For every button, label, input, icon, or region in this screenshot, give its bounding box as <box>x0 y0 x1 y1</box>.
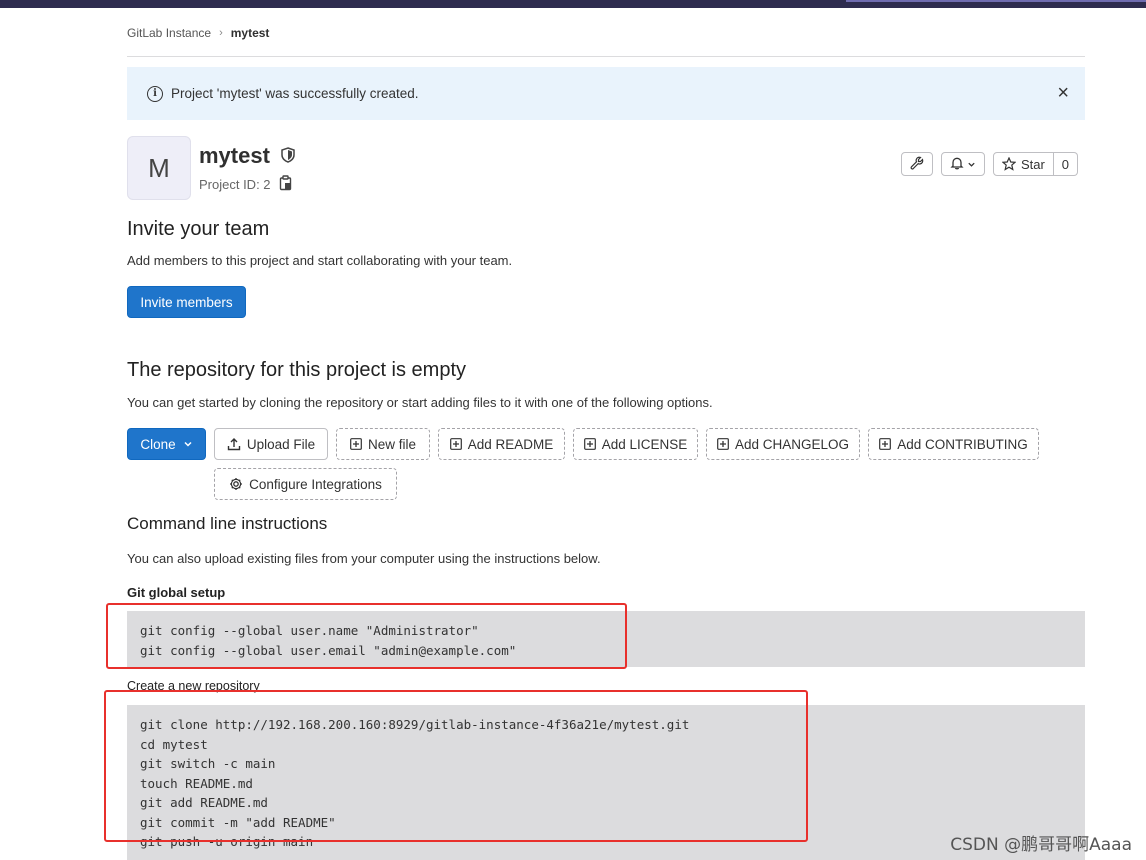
new-file-button[interactable]: New file <box>336 428 430 460</box>
breadcrumb-current-link[interactable]: mytest <box>231 26 270 40</box>
success-alert: i Project 'mytest' was successfully crea… <box>127 67 1085 120</box>
plus-square-icon <box>449 438 462 450</box>
clone-label: Clone <box>140 436 176 452</box>
add-contributing-button[interactable]: Add CONTRIBUTING <box>868 428 1039 460</box>
invite-members-button[interactable]: Invite members <box>127 286 246 318</box>
gear-icon <box>229 477 243 491</box>
star-label: Star <box>1021 156 1045 172</box>
add-license-button[interactable]: Add LICENSE <box>573 428 698 460</box>
cli-description: You can also upload existing files from … <box>127 551 601 566</box>
plus-square-icon <box>717 438 729 450</box>
star-icon <box>1002 157 1016 171</box>
project-avatar: M <box>127 136 191 200</box>
close-icon[interactable]: × <box>1057 83 1069 103</box>
cli-title: Command line instructions <box>127 514 328 533</box>
project-id-label: Project ID: 2 <box>199 177 271 192</box>
add-changelog-label: Add CHANGELOG <box>734 436 850 452</box>
breadcrumb-divider <box>127 56 1085 57</box>
configure-integrations-label: Configure Integrations <box>249 476 382 492</box>
chevron-right-icon: › <box>219 27 223 39</box>
project-title: mytest <box>199 143 296 169</box>
project-id: Project ID: 2 <box>199 175 293 194</box>
upload-file-button[interactable]: Upload File <box>214 428 328 460</box>
add-readme-button[interactable]: Add README <box>438 428 565 460</box>
upload-file-label: Upload File <box>246 436 316 452</box>
shield-icon <box>280 143 296 169</box>
star-count[interactable]: 0 <box>1053 152 1078 176</box>
add-license-label: Add LICENSE <box>601 436 688 452</box>
create-repo-label: Create a new repository <box>127 679 260 693</box>
copy-icon[interactable] <box>279 175 293 194</box>
notification-dropdown[interactable] <box>941 152 985 176</box>
invite-title: Invite your team <box>127 218 270 240</box>
upload-icon <box>227 437 241 451</box>
plus-square-icon <box>879 438 892 450</box>
add-changelog-button[interactable]: Add CHANGELOG <box>706 428 860 460</box>
plus-square-icon <box>350 438 362 450</box>
chevron-down-icon <box>183 439 193 449</box>
breadcrumb-root-link[interactable]: GitLab Instance <box>127 26 211 40</box>
watermark: CSDN @鹏哥哥啊Aaaa <box>950 835 1132 855</box>
create-repo-code[interactable]: git clone http://192.168.200.160:8929/gi… <box>127 705 1085 860</box>
wrench-icon <box>910 156 924 173</box>
breadcrumb: GitLab Instance › mytest <box>127 26 269 40</box>
new-file-label: New file <box>367 436 416 452</box>
invite-description: Add members to this project and start co… <box>127 253 513 268</box>
repo-empty-title: The repository for this project is empty <box>127 359 467 381</box>
git-global-setup-label: Git global setup <box>127 585 226 600</box>
navbar-accent <box>846 0 1146 2</box>
project-name: mytest <box>199 143 270 168</box>
info-icon: i <box>147 85 163 102</box>
bell-icon <box>950 156 964 173</box>
git-global-setup-code[interactable]: git config --global user.name "Administr… <box>127 611 1085 667</box>
star-button-group: Star 0 <box>993 152 1078 176</box>
settings-button[interactable] <box>901 152 933 176</box>
alert-message: Project 'mytest' was successfully create… <box>171 86 419 101</box>
repo-empty-description: You can get started by cloning the repos… <box>127 395 713 410</box>
configure-integrations-button[interactable]: Configure Integrations <box>214 468 397 500</box>
add-readme-label: Add README <box>467 436 554 452</box>
clone-dropdown-button[interactable]: Clone <box>127 428 206 460</box>
star-button[interactable]: Star <box>993 152 1054 176</box>
top-navbar <box>0 0 1146 8</box>
chevron-down-icon <box>967 157 976 172</box>
plus-square-icon <box>583 438 596 450</box>
add-contributing-label: Add CONTRIBUTING <box>897 436 1028 452</box>
